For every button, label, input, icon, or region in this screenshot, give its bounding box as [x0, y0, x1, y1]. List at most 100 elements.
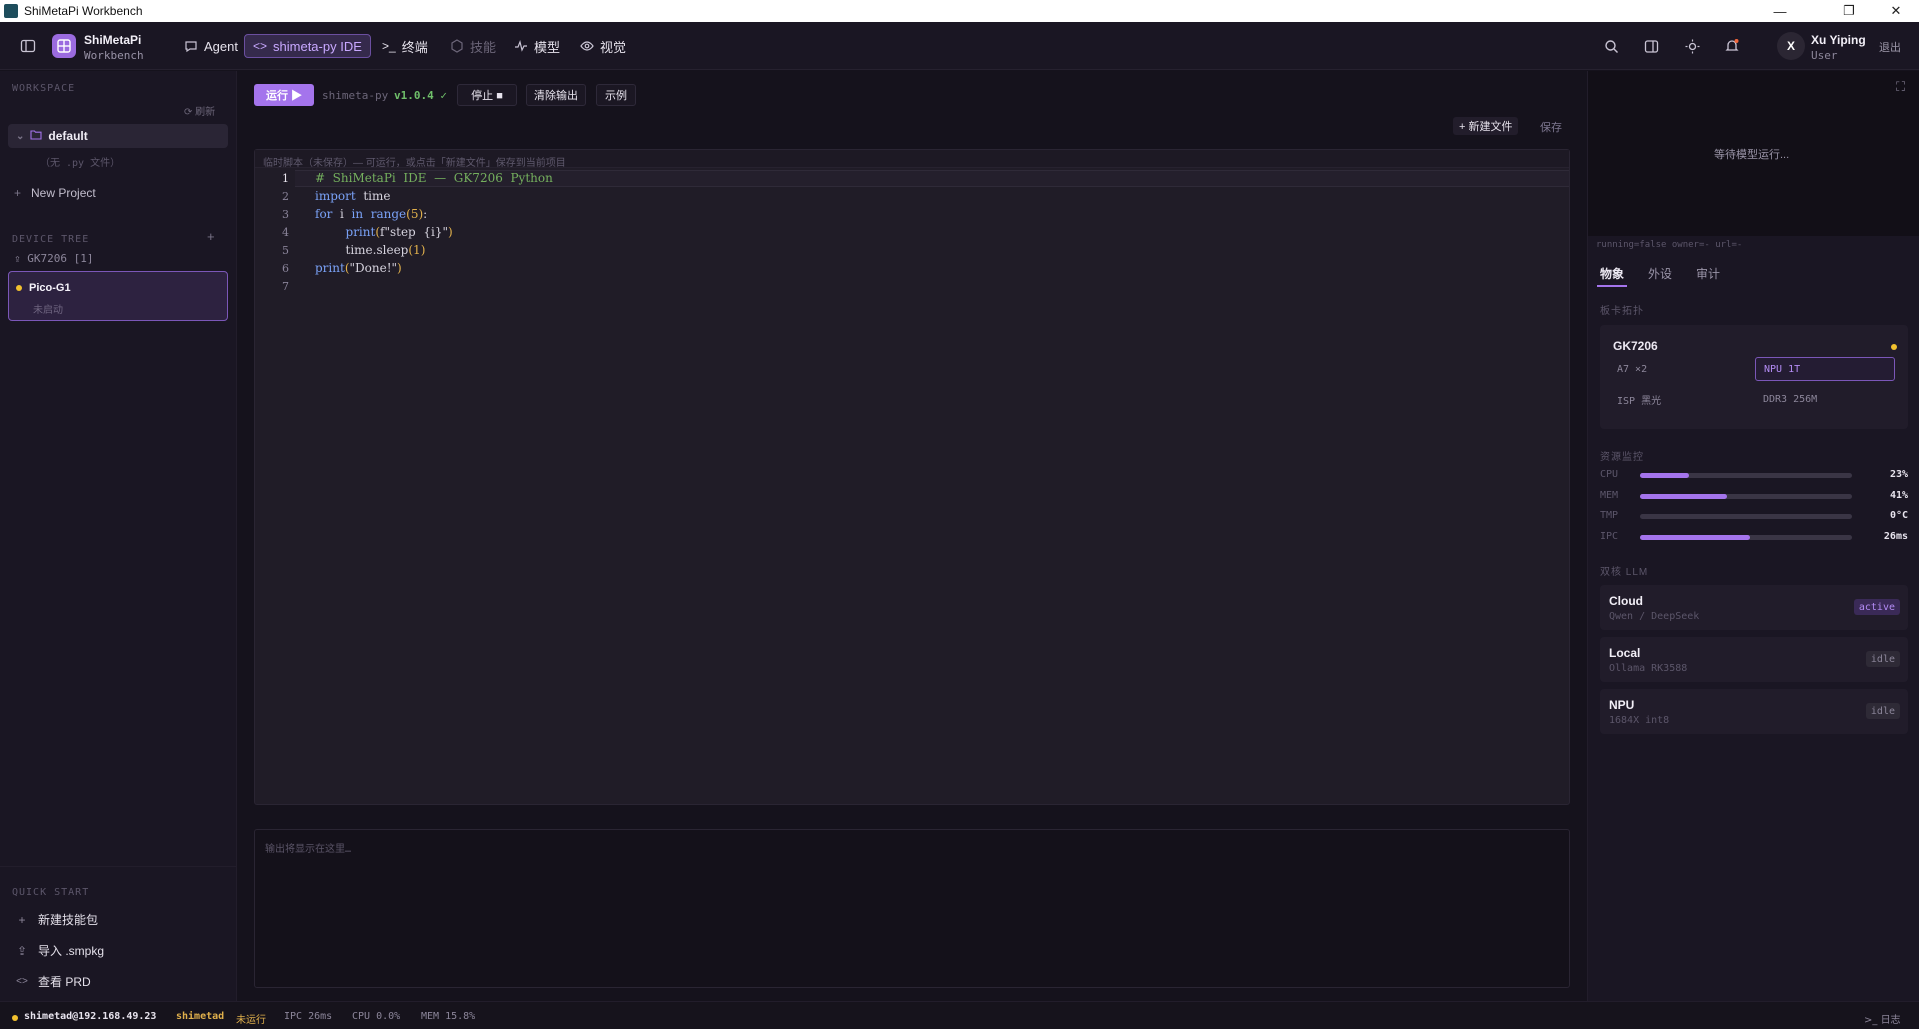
code-editor[interactable]: 临时脚本（未保存）— 可运行，或点击「新建文件」保存到当前项目 1 2 3 4 … — [254, 149, 1570, 805]
tab-terminal-label: 终端 — [401, 39, 428, 55]
example-button[interactable]: 示例 — [596, 84, 636, 106]
sidebar-toggle-icon[interactable] — [18, 36, 38, 56]
code-icon: <> — [253, 39, 268, 53]
output-console[interactable]: 输出将显示在这里… — [254, 829, 1570, 988]
resource-bar — [1640, 473, 1852, 478]
new-project-label: New Project — [31, 186, 96, 200]
cube-icon — [451, 39, 463, 53]
resource-tmp: TMP 0°C — [1600, 510, 1908, 524]
llm-cloud-card[interactable]: Cloud Qwen / DeepSeek active — [1600, 585, 1908, 630]
user-name: Xu Yiping — [1811, 33, 1866, 47]
resource-label: MEM — [1600, 490, 1619, 501]
restore-icon[interactable]: ❐ — [1829, 0, 1869, 22]
new-skill-pack-button[interactable]: + 新建技能包 — [16, 911, 98, 928]
llm-local-card[interactable]: Local Ollama RK3588 idle — [1600, 637, 1908, 682]
chevron-down-icon: ⌄ — [16, 130, 25, 142]
status-badge: active — [1853, 599, 1900, 615]
tab-terminal[interactable]: >_ 终端 — [374, 34, 436, 58]
upload-icon: ⇪ — [14, 252, 28, 265]
tab-skills[interactable]: 技能 — [442, 34, 504, 58]
line-number: 3 — [282, 208, 289, 221]
llm-subtitle: Qwen / DeepSeek — [1609, 611, 1700, 622]
theme-icon[interactable] — [1682, 36, 1702, 56]
new-file-button[interactable]: + 新建文件 — [1453, 117, 1519, 135]
refresh-icon: ⟳ — [184, 107, 196, 118]
line-number: 2 — [282, 190, 289, 203]
mem-readout: MEM 15.8% — [421, 1011, 476, 1022]
run-button[interactable]: 运行 ▶ — [254, 84, 314, 106]
output-placeholder: 输出将显示在这里… — [265, 844, 352, 855]
right-panel: 等待模型运行... ⛶ running=false owner=- url=- … — [1587, 71, 1919, 1001]
cpu-readout: CPU 0.0% — [352, 1011, 401, 1022]
resource-label: TMP — [1600, 510, 1619, 521]
llm-npu-card[interactable]: NPU 1684X int8 idle — [1600, 689, 1908, 734]
tab-audit[interactable]: 审计 — [1696, 265, 1720, 282]
minimize-icon[interactable]: — — [1760, 0, 1800, 22]
resource-bar-fill — [1640, 535, 1751, 540]
bell-icon[interactable] — [1722, 36, 1742, 56]
tab-ide[interactable]: <> shimeta-py IDE — [244, 34, 371, 58]
log-button[interactable]: >_ 日志 — [1864, 1011, 1901, 1026]
expand-icon[interactable]: ⛶ — [1896, 79, 1905, 95]
resource-ipc: IPC 26ms — [1600, 531, 1908, 545]
tab-agent[interactable]: Agent — [176, 34, 246, 58]
resource-bar-fill — [1640, 494, 1727, 499]
import-smpkg-button[interactable]: ⇪ 导入 .smpkg — [16, 942, 104, 959]
resource-mem: MEM 41% — [1600, 490, 1908, 504]
device-item-gk7206[interactable]: ⇪ GK7206 [1] — [14, 252, 93, 265]
resource-value: 26ms — [1883, 531, 1908, 542]
tab-vision[interactable]: 视觉 — [572, 34, 634, 58]
logout-button[interactable]: 退出 — [1879, 39, 1901, 55]
sidebar: WORKSPACE ⟳ 刷新 ⌄ default （无 .py 文件） + New… — [0, 71, 237, 1001]
device-tree-label: DEVICE TREE — [12, 234, 90, 245]
llm-label: 双核 LLM — [1600, 567, 1649, 578]
view-prd-button[interactable]: <> 查看 PRD — [16, 973, 91, 990]
brand-logo-icon — [52, 34, 76, 58]
resource-monitor-label: 资源监控 — [1600, 452, 1644, 463]
status-badge: idle — [1865, 651, 1900, 667]
panel-toggle-icon[interactable] — [1641, 36, 1661, 56]
app-icon — [4, 4, 18, 18]
tab-models[interactable]: 模型 — [506, 34, 568, 58]
board-topology-label: 板卡拓扑 — [1600, 306, 1644, 317]
service-name: shimetad — [176, 1011, 225, 1022]
search-icon[interactable] — [1601, 36, 1621, 56]
add-device-button[interactable]: + — [207, 229, 215, 244]
device-name: GK7206 [1] — [27, 252, 94, 265]
tab-ide-label: shimeta-py IDE — [273, 38, 362, 54]
llm-title: Local — [1609, 646, 1641, 660]
clear-output-button[interactable]: 清除输出 — [526, 84, 586, 106]
project-empty-note: （无 .py 文件） — [40, 158, 121, 169]
package-version: v1.0.4 ✓ — [394, 89, 447, 102]
preview-status-text: 等待模型运行... — [1714, 149, 1790, 161]
llm-subtitle: 1684X int8 — [1609, 715, 1670, 726]
avatar[interactable]: X — [1777, 32, 1805, 60]
quick-start-label-3: 查看 PRD — [38, 975, 91, 989]
tab-peripherals[interactable]: 外设 — [1648, 265, 1672, 282]
code-line: import time — [315, 189, 391, 203]
save-button[interactable]: 保存 — [1540, 119, 1562, 135]
close-icon[interactable]: ✕ — [1876, 0, 1916, 22]
device-item-pico[interactable]: Pico-G1 未启动 — [8, 271, 228, 321]
brand-subtitle: Workbench — [84, 49, 144, 62]
device-state: 未启动 — [33, 305, 63, 316]
stop-button[interactable]: 停止 ■ — [457, 84, 517, 106]
code-line: for i in range(5): — [315, 207, 428, 221]
chip-isp: ISP 黑光 — [1617, 395, 1662, 407]
board-name: GK7206 — [1613, 339, 1658, 353]
resource-value: 41% — [1889, 490, 1908, 501]
new-project-button[interactable]: + New Project — [14, 186, 96, 200]
project-item-default[interactable]: ⌄ default — [8, 124, 228, 148]
tab-objects[interactable]: 物象 — [1600, 265, 1624, 282]
device-name: Pico-G1 — [29, 282, 71, 294]
line-number: 7 — [282, 280, 289, 293]
brand-name: ShiMetaPi — [84, 33, 142, 47]
service-state: 未运行 — [236, 1015, 266, 1026]
resource-bar-fill — [1640, 473, 1689, 478]
refresh-button[interactable]: ⟳ 刷新 — [184, 103, 215, 118]
ipc-readout: IPC 26ms — [284, 1011, 333, 1022]
code-line: time.sleep(1) — [315, 243, 426, 257]
resource-bar — [1640, 494, 1852, 499]
status-dot — [12, 1015, 18, 1021]
resource-bar — [1640, 514, 1852, 519]
